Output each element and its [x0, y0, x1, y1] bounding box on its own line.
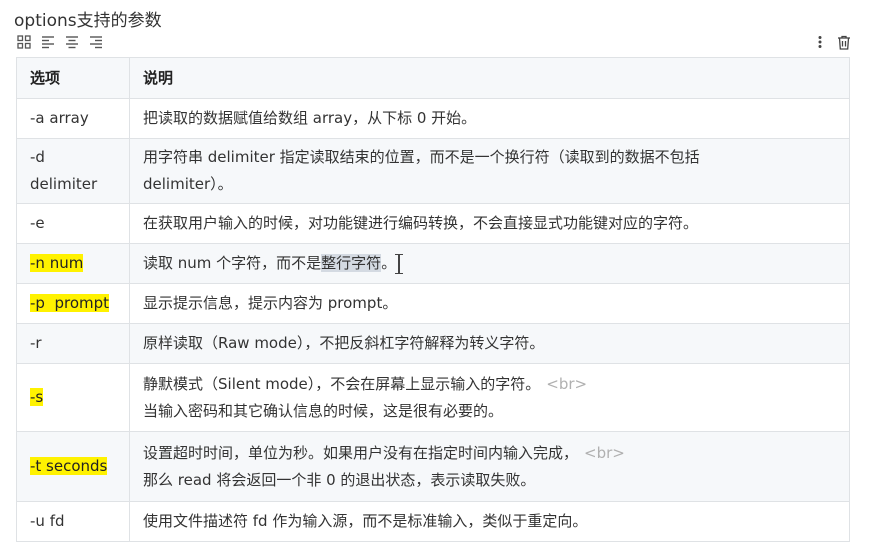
description-cell[interactable]: 显示提示信息，提示内容为 prompt。	[129, 283, 850, 324]
text-cursor-icon	[395, 253, 404, 274]
highlighted-option-text: -s	[30, 388, 44, 406]
description-cell[interactable]: 把读取的数据赋值给数组 array，从下标 0 开始。	[129, 98, 850, 139]
column-header-option: 选项	[16, 57, 130, 99]
option-cell[interactable]: -r	[16, 323, 130, 364]
description-text: 用字符串 delimiter 指定读取结束的位置，而不是一个换行符（读取到的数据…	[143, 148, 700, 166]
highlighted-option-text: -t seconds	[30, 457, 108, 475]
option-cell[interactable]: -p prompt	[16, 283, 130, 324]
option-text: -a array	[30, 109, 89, 127]
description-text: 设置超时时间，单位为秒。如果用户没有在指定时间内输入完成，	[143, 443, 579, 462]
description-text: 读取 num 个字符，而不是	[143, 254, 322, 272]
description-cell[interactable]: 原样读取（Raw mode），不把反斜杠字符解释为转义字符。	[129, 323, 850, 364]
option-cell[interactable]: -t seconds	[16, 431, 130, 502]
highlighted-option-text: -p prompt	[30, 294, 110, 312]
align-center-icon[interactable]	[64, 34, 80, 50]
table-row: -t seconds 设置超时时间，单位为秒。如果用户没有在指定时间内输入完成，…	[16, 431, 850, 502]
table-row: -s 静默模式（Silent mode），不会在屏幕上显示输入的字符。 <br> 当…	[16, 363, 850, 432]
table-row: -p prompt 显示提示信息，提示内容为 prompt。	[16, 283, 850, 324]
description-text: 使用文件描述符 fd 作为输入源，而不是标准输入，类似于重定向。	[143, 512, 588, 530]
table-toolbar	[16, 34, 868, 54]
options-table: 选项 说明 -a array 把读取的数据赋值给数组 array，从下标 0 开…	[16, 57, 850, 542]
more-vertical-icon[interactable]	[812, 34, 828, 50]
table-row: -d delimiter 用字符串 delimiter 指定读取结束的位置，而不是…	[16, 138, 850, 204]
option-text: delimiter	[30, 175, 98, 193]
br-tag-text: <br>	[546, 374, 588, 393]
description-text: 在获取用户输入的时候，对功能键进行编码转换，不会直接显式功能键对应的字符。	[143, 214, 699, 232]
section-heading: options支持的参数	[14, 11, 162, 31]
description-cell[interactable]: 静默模式（Silent mode），不会在屏幕上显示输入的字符。 <br> 当输入密…	[129, 363, 850, 432]
description-text: 。	[381, 254, 397, 272]
selected-text: 整行字符	[321, 254, 382, 272]
option-cell[interactable]: -d delimiter	[16, 138, 130, 204]
description-text: 原样读取（Raw mode），不把反斜杠字符解释为转义字符。	[143, 334, 545, 352]
align-left-icon[interactable]	[40, 34, 56, 50]
table-header-row: 选项 说明	[16, 57, 850, 99]
table-row: -a array 把读取的数据赋值给数组 array，从下标 0 开始。	[16, 98, 850, 139]
description-cell[interactable]: 用字符串 delimiter 指定读取结束的位置，而不是一个换行符（读取到的数据…	[129, 138, 850, 204]
description-text: 那么 read 将会返回一个非 0 的退出状态，表示读取失败。	[143, 470, 536, 489]
table-row: -e 在获取用户输入的时候，对功能键进行编码转换，不会直接显式功能键对应的字符。	[16, 203, 850, 244]
option-cell[interactable]: -n num	[16, 243, 130, 284]
option-cell[interactable]: -s	[16, 363, 130, 432]
description-cell[interactable]: 读取 num 个字符，而不是整行字符。	[129, 243, 850, 284]
option-text: -e	[30, 214, 45, 232]
trash-icon[interactable]	[836, 34, 852, 50]
highlighted-option-text: -n num	[30, 254, 84, 272]
description-text: 静默模式（Silent mode），不会在屏幕上显示输入的字符。	[143, 374, 541, 393]
option-text: -r	[30, 334, 42, 352]
column-header-description: 说明	[129, 57, 850, 99]
option-text: -d	[30, 148, 45, 166]
br-tag-text: <br>	[584, 443, 625, 462]
description-text: 显示提示信息，提示内容为 prompt。	[143, 294, 398, 312]
description-text: delimiter）。	[143, 175, 233, 193]
description-cell[interactable]: 使用文件描述符 fd 作为输入源，而不是标准输入，类似于重定向。	[129, 501, 850, 542]
align-right-icon[interactable]	[88, 34, 104, 50]
option-cell[interactable]: -a array	[16, 98, 130, 139]
option-cell[interactable]: -u fd	[16, 501, 130, 542]
description-cell[interactable]: 在获取用户输入的时候，对功能键进行编码转换，不会直接显式功能键对应的字符。	[129, 203, 850, 244]
table-row: -u fd 使用文件描述符 fd 作为输入源，而不是标准输入，类似于重定向。	[16, 501, 850, 542]
table-grid-icon[interactable]	[16, 34, 32, 50]
table-row: -n num 读取 num 个字符，而不是整行字符。	[16, 243, 850, 284]
description-cell[interactable]: 设置超时时间，单位为秒。如果用户没有在指定时间内输入完成， <br> 那么 read…	[129, 431, 850, 502]
option-text: -u fd	[30, 512, 65, 530]
description-text: 当输入密码和其它确认信息的时候，这是很有必要的。	[143, 401, 504, 420]
option-cell[interactable]: -e	[16, 203, 130, 244]
table-row: -r 原样读取（Raw mode），不把反斜杠字符解释为转义字符。	[16, 323, 850, 364]
description-text: 把读取的数据赋值给数组 array，从下标 0 开始。	[143, 109, 477, 127]
